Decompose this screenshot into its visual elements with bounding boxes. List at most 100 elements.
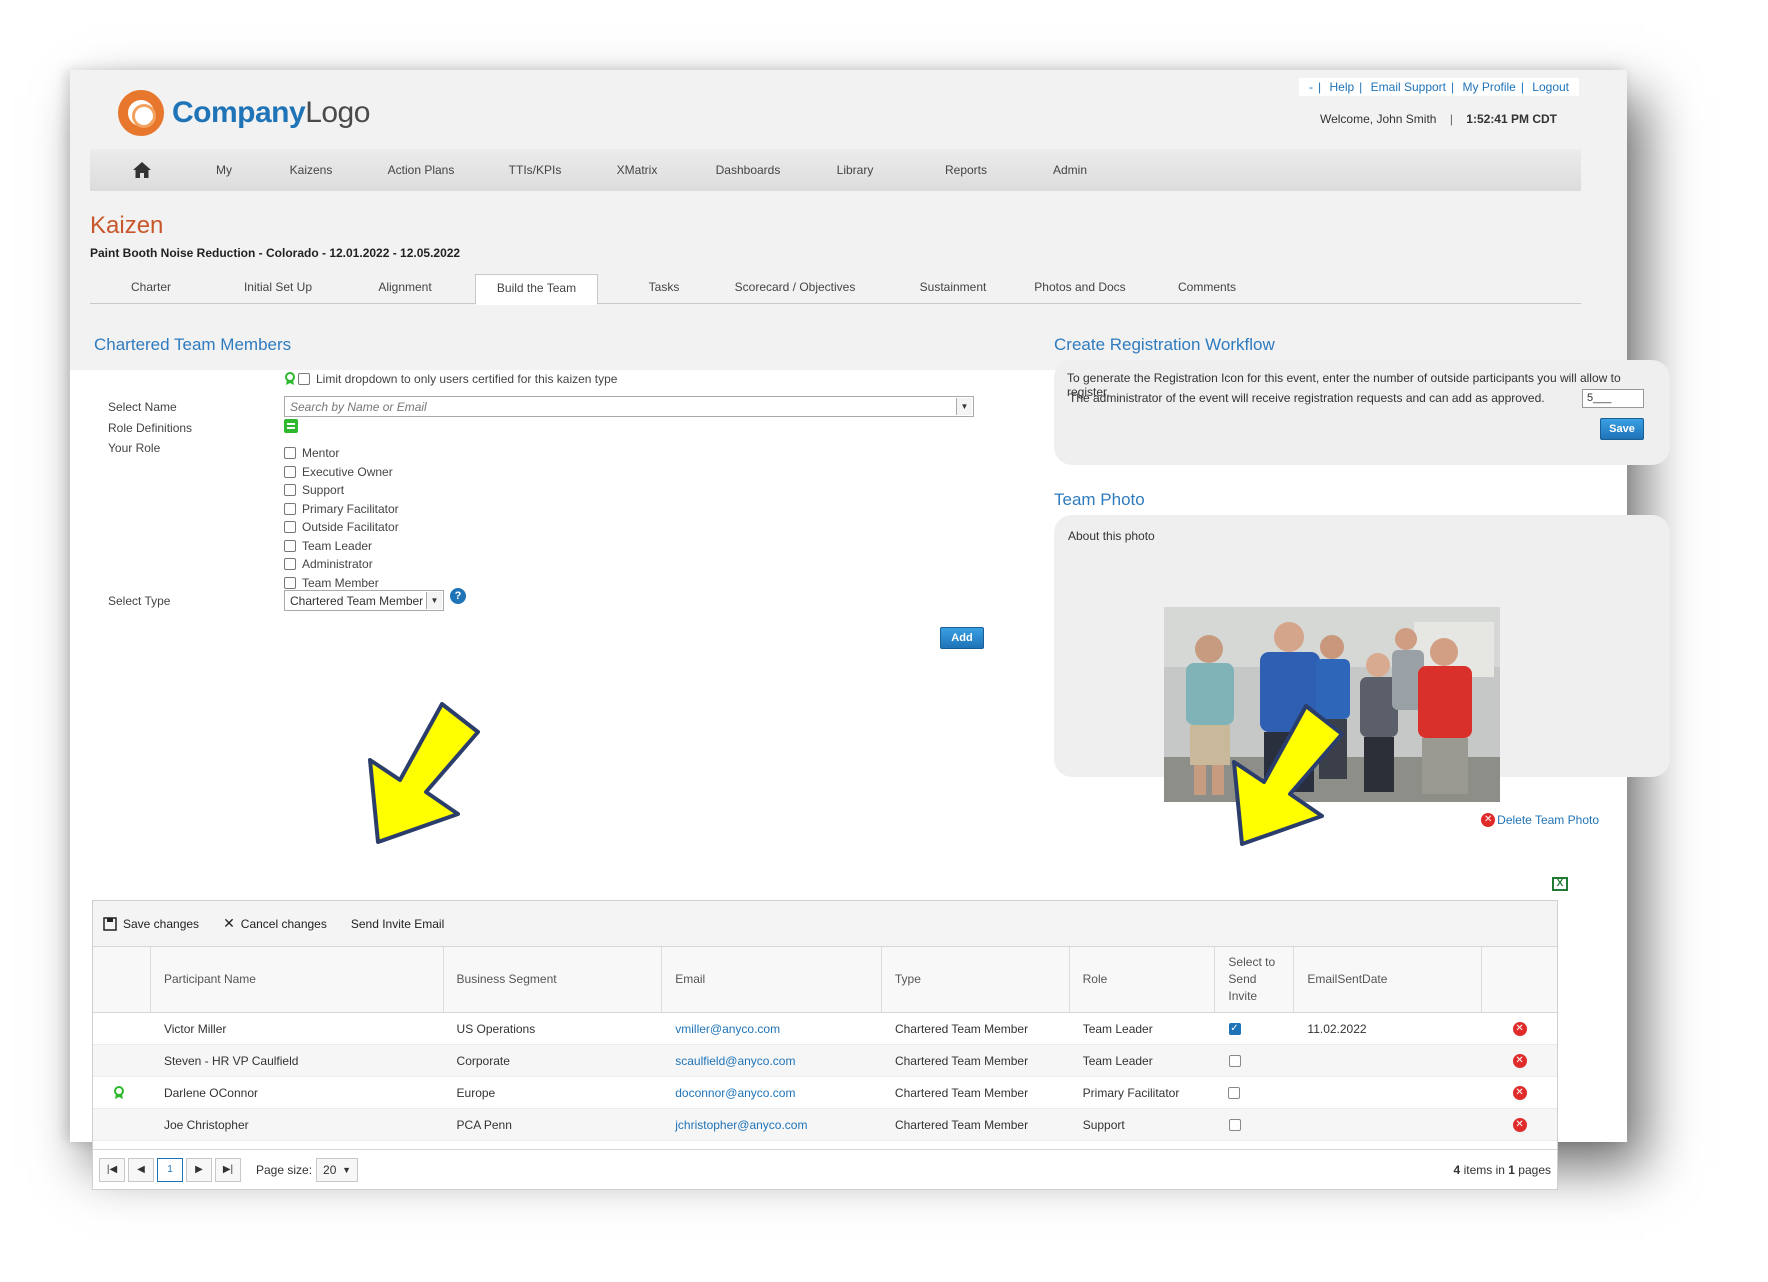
limit-dropdown-checkbox[interactable] bbox=[298, 373, 310, 385]
col-header-participant[interactable]: Participant Name bbox=[151, 947, 444, 1012]
page-number-button[interactable]: 1 bbox=[157, 1157, 183, 1182]
nav-xmatrix[interactable]: XMatrix bbox=[570, 163, 704, 177]
kaizen-tabs: Charter Initial Set Up Alignment Build t… bbox=[90, 274, 1581, 305]
col-header-icon bbox=[93, 947, 151, 1012]
delete-row-button[interactable]: ✕ bbox=[1482, 1013, 1557, 1044]
col-header-segment[interactable]: Business Segment bbox=[444, 947, 663, 1012]
send-invite-email-button[interactable]: Send Invite Email bbox=[351, 917, 444, 931]
role-definitions-label: Role Definitions bbox=[108, 421, 193, 435]
role-outside-facilitator[interactable]: Outside Facilitator bbox=[284, 518, 399, 537]
save-changes-button[interactable]: Save changes bbox=[103, 917, 199, 931]
chevron-down-icon[interactable]: ▼ bbox=[426, 592, 442, 609]
participant-name: Steven - HR VP Caulfield bbox=[163, 1053, 299, 1068]
excel-export-icon[interactable]: X bbox=[1552, 877, 1568, 891]
email-link[interactable]: vmiller@anyco.com bbox=[662, 1013, 882, 1044]
role-checkbox[interactable] bbox=[284, 576, 296, 589]
role-definitions-icon[interactable] bbox=[284, 419, 298, 433]
first-page-button[interactable]: |◀ bbox=[99, 1157, 125, 1182]
send-invite-label: Send Invite Email bbox=[350, 916, 445, 931]
col-header-type[interactable]: Type bbox=[882, 947, 1070, 1012]
cancel-changes-button[interactable]: ✕ Cancel changes bbox=[223, 915, 327, 932]
nav-dashboards[interactable]: Dashboards bbox=[704, 163, 792, 177]
role-checkbox[interactable] bbox=[284, 539, 296, 552]
nav-ttis-kpis[interactable]: TTIs/KPIs bbox=[500, 163, 570, 177]
role-support[interactable]: Support bbox=[284, 481, 399, 500]
my-profile-link[interactable]: My Profile bbox=[1462, 80, 1515, 94]
nav-kaizens[interactable]: Kaizens bbox=[280, 163, 342, 177]
role-checkbox[interactable] bbox=[284, 558, 296, 571]
business-segment: PCA Penn bbox=[456, 1117, 512, 1132]
role-executive-owner[interactable]: Executive Owner bbox=[284, 463, 399, 482]
nav-reports[interactable]: Reports bbox=[918, 163, 1014, 177]
email-link[interactable]: jchristopher@anyco.com bbox=[662, 1109, 882, 1140]
role-label: Mentor bbox=[302, 446, 340, 461]
role-checkbox[interactable] bbox=[284, 502, 296, 515]
tab-tasks[interactable]: Tasks bbox=[604, 280, 724, 294]
tab-initial-setup[interactable]: Initial Set Up bbox=[218, 280, 338, 294]
event-title: Paint Booth Noise Reduction - Colorado -… bbox=[90, 246, 461, 260]
tab-scorecard-objectives[interactable]: Scorecard / Objectives bbox=[715, 280, 875, 294]
role-checkbox[interactable] bbox=[284, 465, 296, 478]
email-support-link[interactable]: Email Support bbox=[1371, 80, 1446, 94]
search-name-input[interactable]: Search by Name or Email ▼ bbox=[284, 396, 974, 417]
cancel-changes-label: Cancel changes bbox=[240, 916, 327, 931]
last-page-button[interactable]: ▶| bbox=[215, 1157, 241, 1182]
delete-row-button[interactable]: ✕ bbox=[1482, 1077, 1557, 1108]
annotation-arrow-left bbox=[368, 702, 480, 844]
role-team-leader[interactable]: Team Leader bbox=[284, 537, 399, 556]
delete-photo-link[interactable]: ✕ Delete Team Photo bbox=[1481, 813, 1599, 827]
nav-library[interactable]: Library bbox=[792, 163, 918, 177]
role-primary-facilitator[interactable]: Primary Facilitator bbox=[284, 500, 399, 519]
col-header-role[interactable]: Role bbox=[1070, 947, 1216, 1012]
col-header-email[interactable]: Email bbox=[662, 947, 882, 1012]
items-mid-label: items in bbox=[1463, 1162, 1505, 1177]
save-registration-button[interactable]: Save bbox=[1600, 418, 1644, 440]
select-invite-checkbox[interactable]: ✓ bbox=[1228, 1022, 1241, 1035]
nav-my[interactable]: My bbox=[168, 163, 280, 177]
delete-icon: ✕ bbox=[1481, 813, 1496, 827]
tab-build-the-team[interactable]: Build the Team bbox=[475, 274, 598, 305]
help-link[interactable]: Help bbox=[1329, 80, 1354, 94]
select-type-dropdown[interactable]: Chartered Team Member ▼ bbox=[284, 590, 444, 611]
role-label: Support bbox=[302, 483, 345, 498]
email-sent-date bbox=[1294, 1045, 1482, 1076]
select-invite-checkbox[interactable] bbox=[1228, 1086, 1241, 1099]
home-button[interactable] bbox=[116, 161, 168, 179]
your-role-label: Your Role bbox=[108, 441, 161, 455]
delete-row-button[interactable]: ✕ bbox=[1482, 1109, 1557, 1140]
delete-row-button[interactable]: ✕ bbox=[1482, 1045, 1557, 1076]
page-size-label: Page size: bbox=[256, 1162, 313, 1177]
nav-admin[interactable]: Admin bbox=[1014, 163, 1126, 177]
company-logo[interactable]: CompanyLogo bbox=[118, 90, 370, 136]
next-page-icon: ▶ bbox=[195, 1164, 203, 1175]
participant-count-input[interactable]: 5___ bbox=[1582, 389, 1644, 408]
role-label: Team Member bbox=[302, 575, 379, 590]
next-page-button[interactable]: ▶ bbox=[186, 1157, 212, 1182]
prev-page-button[interactable]: ◀ bbox=[128, 1157, 154, 1182]
help-icon[interactable]: ? bbox=[450, 588, 466, 604]
email-link[interactable]: scaulfield@anyco.com bbox=[662, 1045, 882, 1076]
role-mentor[interactable]: Mentor bbox=[284, 444, 399, 463]
page-title: Kaizen bbox=[90, 212, 164, 239]
tab-photos-docs[interactable]: Photos and Docs bbox=[1020, 280, 1140, 294]
search-placeholder: Search by Name or Email bbox=[290, 400, 427, 414]
tab-sustainment[interactable]: Sustainment bbox=[893, 280, 1013, 294]
col-header-select-invite[interactable]: Select to Send Invite bbox=[1215, 947, 1295, 1012]
role-administrator[interactable]: Administrator bbox=[284, 555, 399, 574]
business-segment: US Operations bbox=[456, 1021, 536, 1036]
role-checkbox[interactable] bbox=[284, 484, 296, 497]
logout-link[interactable]: Logout bbox=[1532, 80, 1569, 94]
nav-action-plans[interactable]: Action Plans bbox=[342, 163, 500, 177]
chevron-down-icon[interactable]: ▼ bbox=[956, 398, 972, 415]
tab-comments[interactable]: Comments bbox=[1147, 280, 1267, 294]
tab-alignment[interactable]: Alignment bbox=[345, 280, 465, 294]
email-link[interactable]: doconnor@anyco.com bbox=[662, 1077, 882, 1108]
page-size-select[interactable]: 20 ▼ bbox=[316, 1157, 359, 1182]
role-checkbox[interactable] bbox=[284, 521, 296, 534]
col-header-email-sent[interactable]: EmailSentDate bbox=[1294, 947, 1483, 1012]
select-invite-checkbox[interactable] bbox=[1228, 1118, 1241, 1131]
select-invite-checkbox[interactable] bbox=[1228, 1054, 1241, 1067]
tab-charter[interactable]: Charter bbox=[91, 280, 211, 294]
role-checkbox[interactable] bbox=[284, 447, 296, 460]
add-button[interactable]: Add bbox=[940, 627, 984, 649]
